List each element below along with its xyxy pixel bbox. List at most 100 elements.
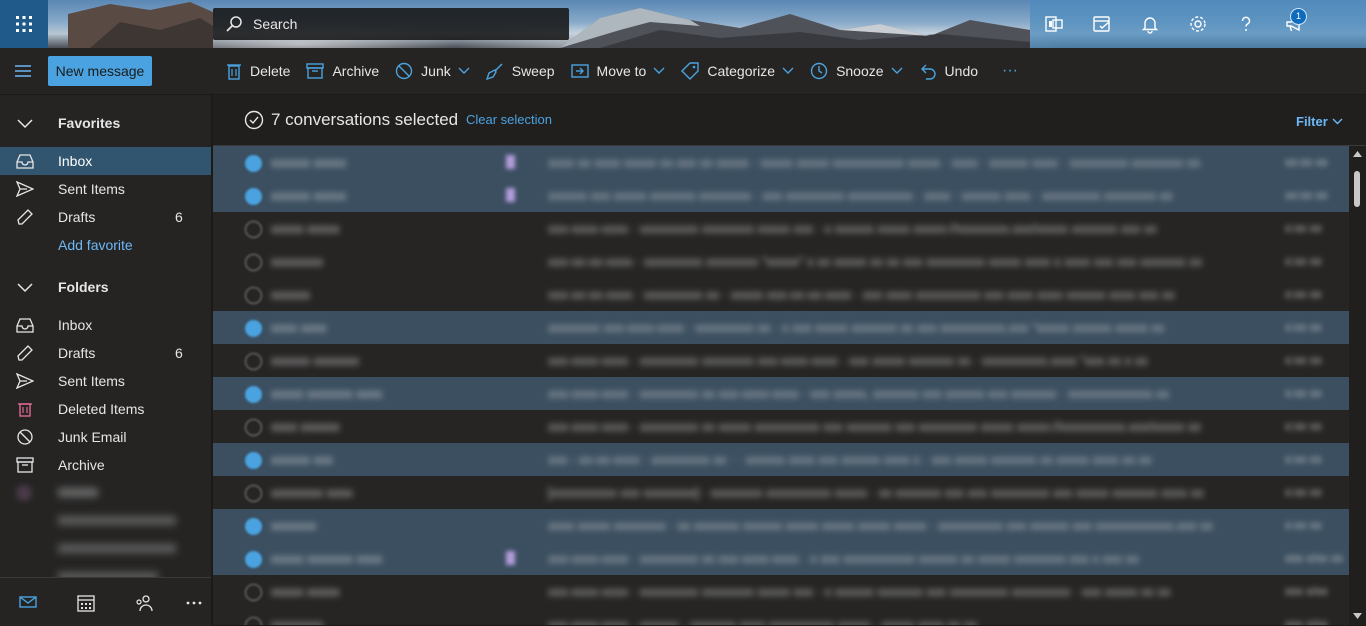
row-checkbox[interactable]: [245, 386, 262, 403]
folder-item-junk-email[interactable]: Junk Email: [0, 423, 211, 451]
row-checkbox[interactable]: [245, 551, 262, 568]
undo-button[interactable]: Undo: [913, 48, 988, 94]
app-launcher-button[interactable]: [0, 0, 48, 48]
message-row[interactable]: xxxxxxxx xxxx [xxxxxxxxxx xxx xxxxxxxx] ·…: [213, 476, 1349, 510]
message-row[interactable]: xxxx xxxx xxxxxxxx xxx-xxxx-xxxx · xxxxxx…: [213, 311, 1349, 345]
delete-button[interactable]: Delete: [220, 48, 300, 94]
time-blurred: x:xx xx: [1285, 353, 1322, 367]
row-checkbox[interactable]: [245, 518, 262, 535]
category-tag: [506, 155, 515, 169]
message-row[interactable]: xxxxx xxxxx xxx-xxxx-xxxx · xxxxxxxxx xxx…: [213, 212, 1349, 246]
hamburger-menu-icon[interactable]: [13, 62, 33, 80]
more-actions-button[interactable]: ···: [988, 48, 1028, 94]
row-checkbox[interactable]: [245, 353, 262, 370]
office-app-button[interactable]: [1030, 0, 1078, 48]
folder-item-blurred[interactable]: [0, 507, 211, 535]
calendar-icon[interactable]: [77, 594, 95, 612]
preview-blurred: xxx-xxxx-xxxx · xxxxxxxxx xx xxx-xxxx-xx…: [548, 386, 1170, 401]
top-header-bar: Search 1: [0, 0, 1366, 48]
add-favorite-link[interactable]: Add favorite: [0, 231, 211, 259]
row-checkbox[interactable]: [245, 287, 262, 304]
more-apps-icon[interactable]: [185, 600, 203, 606]
time-blurred: x:xx xx: [1285, 320, 1322, 334]
favorite-item-sent-items[interactable]: Sent Items: [0, 175, 211, 203]
settings-button[interactable]: [1174, 0, 1222, 48]
sender-blurred: xxxxxxxx: [271, 254, 323, 269]
whats-new-button[interactable]: 1: [1270, 0, 1318, 48]
categorize-button[interactable]: Categorize: [675, 48, 804, 94]
message-list-scrollbar[interactable]: [1349, 146, 1366, 625]
mail-icon[interactable]: [19, 594, 37, 610]
filter-label: Filter: [1296, 114, 1328, 129]
favorite-item-drafts[interactable]: Drafts 6: [0, 203, 211, 231]
preview-blurred: xxx-xxxx-xxxx · xxxxxxxxx xxxxxxxx xxxxx…: [548, 584, 1171, 599]
sender-blurred: xxxxxxxx: [271, 617, 323, 625]
people-icon[interactable]: [135, 594, 153, 612]
preview-blurred: xxxxxxxx xxx-xxxx-xxxx · xxxxxxxxx xx · …: [548, 320, 1165, 335]
folder-item-sent-items[interactable]: Sent Items: [0, 367, 211, 395]
time-blurred: x:xx xx: [1285, 254, 1322, 268]
message-row[interactable]: xxxxxx xxxxxxx xxx-xxxx-xxxx · xxxxxxxxx …: [213, 344, 1349, 378]
category-tag: [506, 551, 515, 565]
message-list: xxxxxx xxxxx xxxx xx xxxx xxxxx xx xxx xx…: [213, 146, 1349, 625]
row-checkbox[interactable]: [245, 419, 262, 436]
scrollbar-thumb[interactable]: [1354, 171, 1360, 207]
preview-blurred: xxx-xxxx-xxxx · xxxxxxxxx xxxxxxxx xxx-x…: [548, 353, 1148, 368]
selection-count: 7 conversations selected: [271, 110, 459, 129]
sweep-label: Sweep: [511, 63, 555, 79]
scroll-down-icon[interactable]: [1353, 613, 1362, 619]
clear-selection-link[interactable]: Clear selection: [466, 112, 552, 127]
snooze-button[interactable]: Snooze: [804, 48, 912, 94]
move-to-button[interactable]: Move to: [565, 48, 676, 94]
folder-label: Inbox: [58, 317, 93, 333]
message-row[interactable]: xxxxxx xxx xxx - xx-xx-xxxx · xxxxxxxxx x…: [213, 443, 1349, 477]
archive-button[interactable]: Archive: [300, 48, 389, 94]
chevron-down-icon: [17, 283, 33, 293]
message-row[interactable]: xxxxxx xxxxx xxxxxx xxx xxxxx xxxxxxx xxx…: [213, 179, 1349, 213]
row-checkbox[interactable]: [245, 320, 262, 337]
folder-item-archive[interactable]: Archive: [0, 451, 211, 479]
notifications-button[interactable]: [1126, 0, 1174, 48]
message-row[interactable]: xxxxxx xxxxx xxxx xx xxxx xxxxx xx xxx xx…: [213, 146, 1349, 180]
scroll-up-icon[interactable]: [1353, 151, 1362, 157]
sweep-button[interactable]: Sweep: [480, 48, 565, 94]
message-row[interactable]: xxxxx xxxxxxx xxxx xxx-xxxx-xxxx · xxxxxx…: [213, 542, 1349, 576]
message-row[interactable]: xxxxxxx xxxx xxxxx xxxxxxxx · xx xxxxxxx …: [213, 509, 1349, 543]
junk-button[interactable]: Junk: [389, 48, 480, 94]
message-row[interactable]: xxxxx xxxxx xxx-xxxx-xxxx · xxxxxxxxx xxx…: [213, 575, 1349, 609]
new-message-button[interactable]: New message: [48, 56, 152, 86]
waffle-icon: [16, 16, 32, 32]
row-checkbox[interactable]: [245, 617, 262, 625]
row-checkbox[interactable]: [245, 452, 262, 469]
message-row[interactable]: xxxxxxxx xxx-xxxx-xxxx · xxxxxx · xxxxxxx…: [213, 608, 1349, 625]
row-checkbox[interactable]: [245, 155, 262, 172]
my-day-button[interactable]: [1078, 0, 1126, 48]
row-checkbox[interactable]: [245, 584, 262, 601]
search-placeholder: Search: [253, 16, 298, 32]
time-blurred: x:xx xx: [1285, 452, 1322, 466]
sender-blurred: xxxxxx xxx: [271, 452, 334, 467]
folders-header[interactable]: Folders: [0, 273, 211, 301]
message-row[interactable]: xxxxxx xxx-xx-xx-xxxx · xxxxxxxxx xx · xx…: [213, 278, 1349, 312]
folder-label: Deleted Items: [58, 401, 145, 417]
favorite-item-inbox[interactable]: Inbox: [0, 147, 211, 175]
message-row[interactable]: xxxxxxxx xxx-xx-xx-xxxx · xxxxxxxxx xxxxx…: [213, 245, 1349, 279]
select-all-check-icon[interactable]: [244, 110, 264, 130]
filter-button[interactable]: Filter: [1296, 114, 1343, 129]
folder-item-blurred[interactable]: [0, 479, 211, 507]
help-button[interactable]: [1222, 0, 1270, 48]
row-checkbox[interactable]: [245, 221, 262, 238]
tag-icon: [681, 62, 700, 80]
blurred-folder-label: [58, 516, 176, 525]
folder-item-inbox[interactable]: Inbox: [0, 311, 211, 339]
row-checkbox[interactable]: [245, 254, 262, 271]
favorites-header[interactable]: Favorites: [0, 109, 211, 137]
folder-item-blurred[interactable]: [0, 535, 211, 563]
row-checkbox[interactable]: [245, 485, 262, 502]
search-input[interactable]: Search: [213, 8, 569, 40]
folder-item-deleted-items[interactable]: Deleted Items: [0, 395, 211, 423]
row-checkbox[interactable]: [245, 188, 262, 205]
folder-item-drafts[interactable]: Drafts 6: [0, 339, 211, 367]
message-row[interactable]: xxxx xxxxxx xxx-xxxx-xxxx · xxxxxxxxx xx …: [213, 410, 1349, 444]
message-row[interactable]: xxxxx xxxxxxx xxxx xxx-xxxx-xxxx · xxxxxx…: [213, 377, 1349, 411]
